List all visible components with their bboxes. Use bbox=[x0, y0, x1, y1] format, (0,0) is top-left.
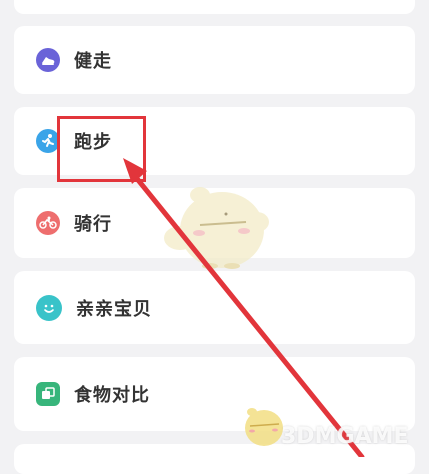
menu-item-food-compare[interactable]: 食物对比 bbox=[14, 357, 415, 431]
menu-item-label: 亲亲宝贝 bbox=[76, 298, 152, 320]
food-compare-icon bbox=[36, 382, 60, 406]
card-partial-top bbox=[14, 0, 415, 14]
watermark-text: 3DMGAME bbox=[281, 424, 409, 449]
baby-face-icon bbox=[36, 294, 62, 321]
walking-shoe-icon bbox=[36, 48, 60, 72]
menu-item-label: 食物对比 bbox=[74, 385, 150, 406]
menu-item-walk[interactable]: 健走 bbox=[14, 26, 415, 94]
menu-item-baby[interactable]: 亲亲宝贝 bbox=[14, 271, 415, 344]
bicycle-icon bbox=[36, 211, 60, 235]
highlight-box bbox=[57, 116, 146, 182]
menu-item-cycle[interactable]: 骑行 bbox=[14, 188, 415, 258]
menu-item-label: 健走 bbox=[74, 51, 112, 72]
menu-item-label: 骑行 bbox=[74, 214, 112, 235]
